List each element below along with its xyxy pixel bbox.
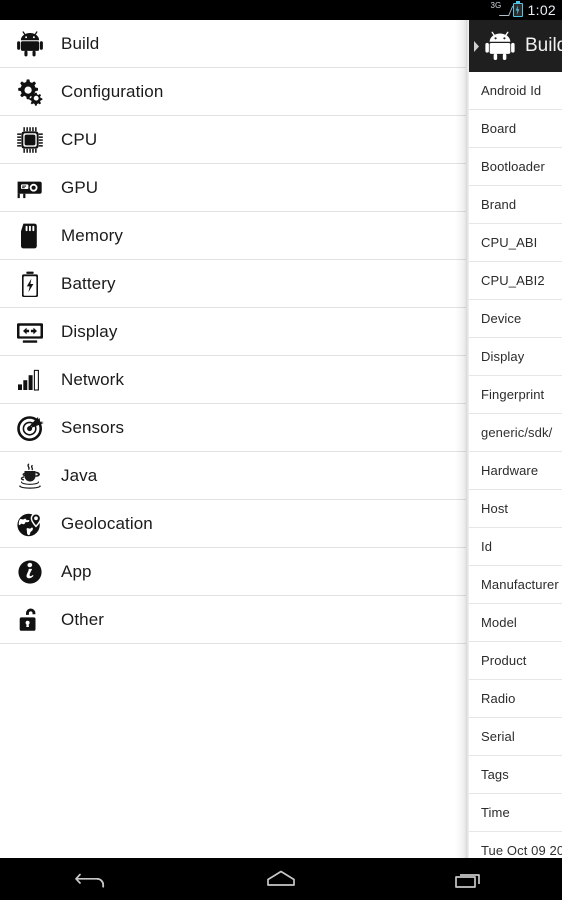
back-caret-icon[interactable]: [473, 39, 480, 53]
property-value-row[interactable]: Tue Oct 09 20: [469, 832, 562, 858]
property-label: Serial: [481, 729, 515, 744]
property-row[interactable]: Hardware: [469, 452, 562, 490]
device-screen: 3G 1:02 Build Configuration CPU GPU Memo…: [0, 0, 562, 900]
property-row[interactable]: Host: [469, 490, 562, 528]
status-bar-right-cluster: 3G 1:02: [491, 0, 556, 20]
open-padlock-icon: [13, 603, 47, 637]
property-row[interactable]: Serial: [469, 718, 562, 756]
drawer-edge: [466, 20, 469, 858]
android-robot-icon: [13, 27, 47, 61]
build-detail-drawer[interactable]: Build Android Id Board Bootloader Brand …: [469, 20, 562, 858]
list-item-label: Build: [61, 33, 100, 53]
list-item-label: CPU: [61, 129, 98, 149]
property-label: Bootloader: [481, 159, 545, 174]
list-item-label: GPU: [61, 177, 99, 197]
property-label: Time: [481, 805, 510, 820]
cpu-chip-icon: [13, 123, 47, 157]
property-label: Tags: [481, 767, 509, 782]
property-label: Manufacturer: [481, 577, 559, 592]
property-row[interactable]: Brand: [469, 186, 562, 224]
property-row[interactable]: CPU_ABI: [469, 224, 562, 262]
list-item-label: Display: [61, 321, 118, 341]
coffee-cup-icon: [13, 459, 47, 493]
back-button[interactable]: [59, 858, 129, 900]
system-navigation-bar: [0, 858, 562, 900]
property-row[interactable]: Device: [469, 300, 562, 338]
property-row[interactable]: Id: [469, 528, 562, 566]
property-row[interactable]: Radio: [469, 680, 562, 718]
battery-charging-icon: [512, 1, 523, 17]
property-label: CPU_ABI: [481, 235, 538, 250]
build-property-list[interactable]: Android Id Board Bootloader Brand CPU_AB…: [469, 72, 562, 858]
property-label: Id: [481, 539, 493, 554]
gears-icon: [13, 75, 47, 109]
list-item-label: Network: [61, 369, 125, 389]
property-label: Product: [481, 653, 527, 668]
status-bar-clock: 1:02: [527, 2, 556, 18]
globe-pin-icon: [13, 507, 47, 541]
property-label: Hardware: [481, 463, 539, 478]
property-label: Device: [481, 311, 522, 326]
property-row[interactable]: CPU_ABI2: [469, 262, 562, 300]
property-label: Android Id: [481, 83, 542, 98]
property-row[interactable]: Time: [469, 794, 562, 832]
property-label: Host: [481, 501, 509, 516]
property-row[interactable]: Manufacturer: [469, 566, 562, 604]
property-row[interactable]: Bootloader: [469, 148, 562, 186]
property-label: Brand: [481, 197, 517, 212]
property-row[interactable]: Display: [469, 338, 562, 376]
signal-bars-icon: [13, 363, 47, 397]
property-row[interactable]: Android Id: [469, 72, 562, 110]
graphics-card-icon: [13, 171, 47, 205]
list-item-label: Battery: [61, 273, 116, 293]
list-item-label: Configuration: [61, 81, 164, 101]
list-item-label: App: [61, 561, 92, 581]
property-label: Board: [481, 121, 517, 136]
recent-apps-button[interactable]: [433, 858, 503, 900]
property-row[interactable]: Tags: [469, 756, 562, 794]
list-item-label: Sensors: [61, 417, 125, 437]
property-label: Model: [481, 615, 517, 630]
property-label: Display: [481, 349, 525, 364]
battery-icon: [13, 267, 47, 301]
signal-3g-icon: 3G: [491, 2, 508, 17]
property-value: Tue Oct 09 20: [481, 843, 562, 858]
list-item-label: Other: [61, 609, 105, 629]
home-button[interactable]: [246, 858, 316, 900]
property-label: CPU_ABI2: [481, 273, 545, 288]
property-label: Fingerprint: [481, 387, 545, 402]
list-item-label: Memory: [61, 225, 123, 245]
property-value: generic/sdk/: [481, 425, 553, 440]
property-label: Radio: [481, 691, 516, 706]
compass-icon: [13, 411, 47, 445]
drawer-title: Build: [525, 35, 562, 56]
property-row[interactable]: Product: [469, 642, 562, 680]
property-row[interactable]: Model: [469, 604, 562, 642]
property-value-row[interactable]: generic/sdk/: [469, 414, 562, 452]
list-item-label: Java: [61, 465, 98, 485]
drawer-header[interactable]: Build: [469, 20, 562, 72]
monitor-icon: [13, 315, 47, 349]
list-item-label: Geolocation: [61, 513, 153, 533]
status-bar: 3G 1:02: [0, 0, 562, 20]
info-circle-icon: [13, 555, 47, 589]
property-row[interactable]: Fingerprint: [469, 376, 562, 414]
property-row[interactable]: Board: [469, 110, 562, 148]
android-robot-icon: [481, 27, 519, 65]
sd-card-icon: [13, 219, 47, 253]
